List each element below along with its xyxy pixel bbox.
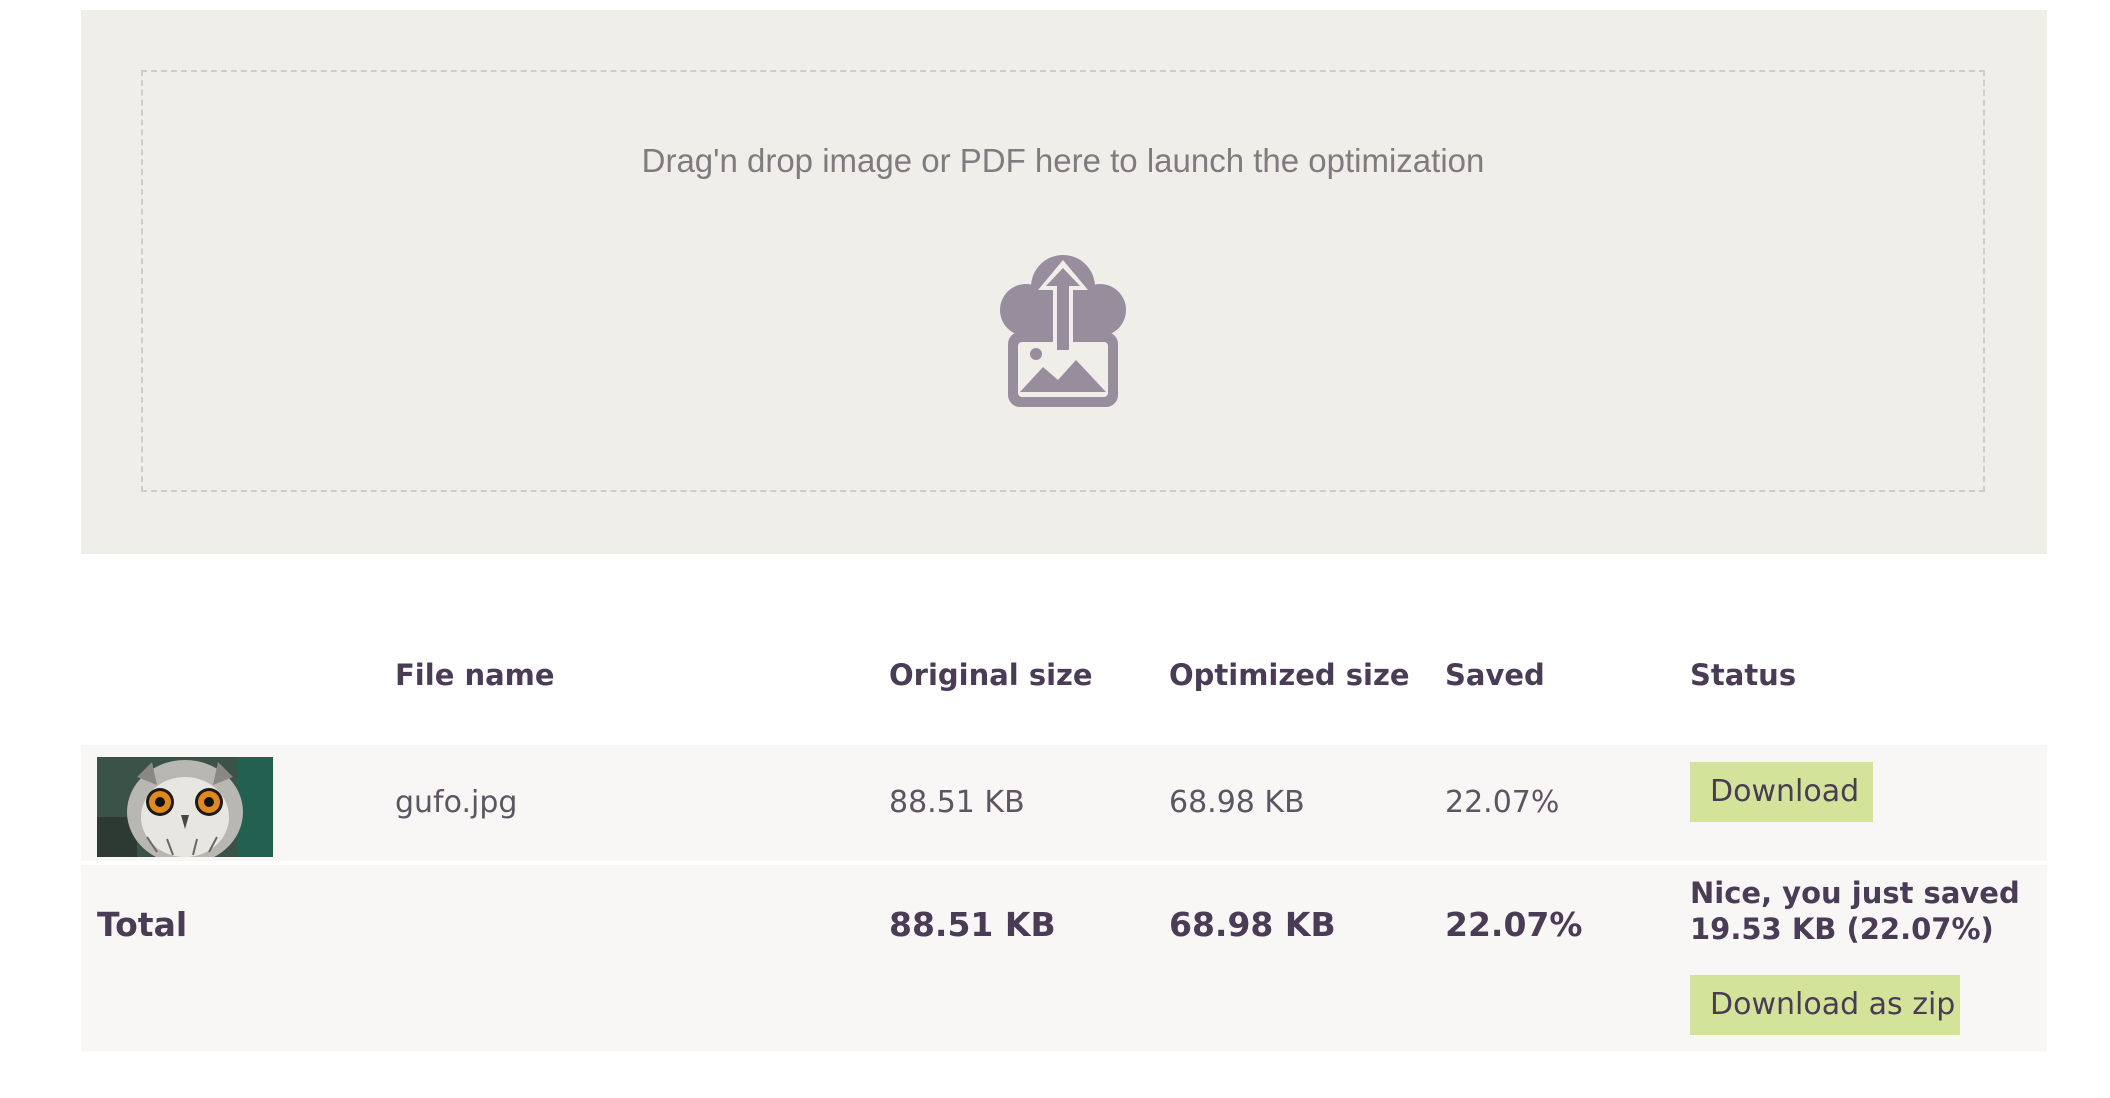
dropzone-border[interactable]: Drag'n drop image or PDF here to launch … [141, 70, 1985, 492]
total-label: Total [97, 905, 188, 944]
total-saved: 22.07% [1445, 905, 1583, 944]
header-status: Status [1690, 658, 1797, 692]
download-button[interactable]: Download [1690, 762, 1873, 822]
results-table: File name Original size Optimized size S… [81, 620, 2047, 1051]
owl-thumbnail-image [97, 757, 273, 857]
cloud-upload-image-icon[interactable] [988, 252, 1138, 412]
total-original-size: 88.51 KB [889, 905, 1056, 944]
total-optimized-size: 68.98 KB [1169, 905, 1336, 944]
header-file-name: File name [395, 658, 555, 692]
download-zip-button[interactable]: Download as zip [1690, 975, 1960, 1035]
original-size-cell: 88.51 KB [889, 785, 1025, 820]
header-optimized-size: Optimized size [1169, 658, 1410, 692]
header-saved: Saved [1445, 658, 1545, 692]
dropzone-area[interactable]: Drag'n drop image or PDF here to launch … [81, 10, 2047, 554]
page: Drag'n drop image or PDF here to launch … [0, 0, 2110, 1098]
saved-cell: 22.07% [1445, 785, 1560, 820]
table-row: gufo.jpg 88.51 KB 68.98 KB 22.07% Downlo… [81, 745, 2047, 861]
table-header-row: File name Original size Optimized size S… [81, 620, 2047, 730]
table-total-row: Total 88.51 KB 68.98 KB 22.07% Nice, you… [81, 865, 2047, 1051]
savings-message: Nice, you just saved 19.53 KB (22.07%) [1690, 876, 2020, 946]
header-original-size: Original size [889, 658, 1093, 692]
file-name-cell: gufo.jpg [395, 785, 518, 820]
optimized-size-cell: 68.98 KB [1169, 785, 1305, 820]
dropzone-instruction: Drag'n drop image or PDF here to launch … [641, 142, 1485, 179]
